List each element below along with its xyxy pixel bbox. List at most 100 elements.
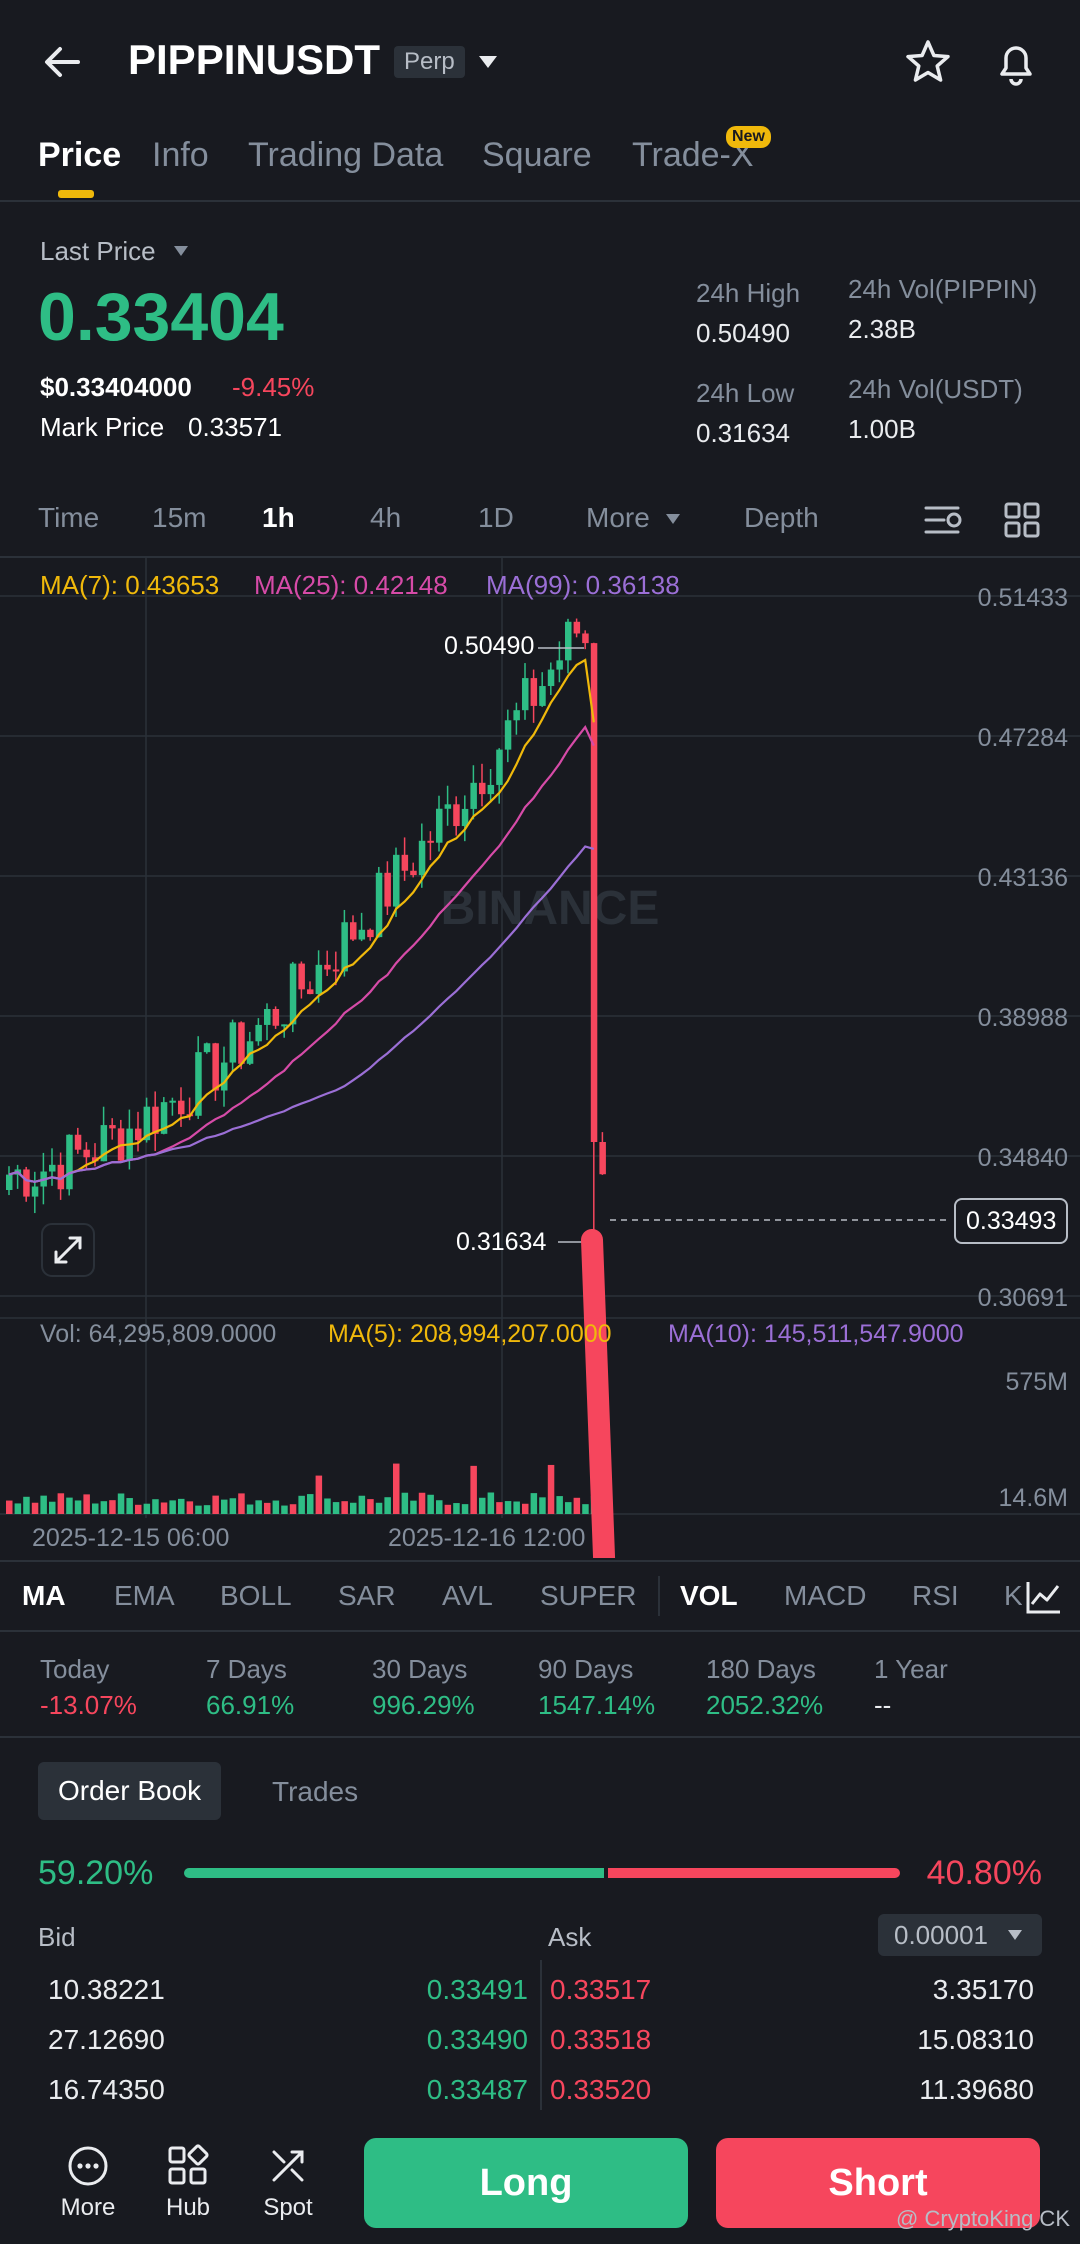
indicator-avl[interactable]: AVL [442, 1580, 493, 1612]
back-arrow-icon[interactable] [38, 38, 86, 86]
volume-bar [487, 1492, 495, 1514]
mark-price-label: Mark Price [40, 412, 165, 442]
bid-price: 0.33490 [426, 2024, 528, 2055]
interval-15m[interactable]: 15m [152, 502, 206, 534]
active-tab-indicator [58, 190, 94, 198]
indicator-boll[interactable]: BOLL [220, 1580, 292, 1612]
bid-column-label: Bid [38, 1922, 76, 1952]
candle-body [298, 963, 305, 990]
interval-4h[interactable]: 4h [370, 502, 401, 534]
candle-body [358, 929, 366, 940]
volume-bar [126, 1498, 133, 1514]
tab-square[interactable]: Square [482, 136, 592, 175]
interval-depth[interactable]: Depth [744, 502, 819, 534]
indicator-rsi[interactable]: RSI [912, 1580, 959, 1612]
performance-label: 1 Year [874, 1654, 948, 1684]
indicator-divider [658, 1576, 660, 1616]
candle-body [573, 621, 581, 634]
perp-badge: Perp [394, 46, 465, 78]
performance-value: -- [874, 1690, 892, 1720]
volume-bar [332, 1502, 340, 1514]
long-button[interactable]: Long [364, 2138, 688, 2228]
tab-trading-data[interactable]: Trading Data [248, 136, 443, 175]
high-marker: 0.50490 [444, 632, 535, 660]
volume-bar [556, 1496, 563, 1514]
candle-body [307, 989, 314, 995]
ask-quantity: 11.39680 [919, 2074, 1034, 2105]
volume-bar [427, 1494, 434, 1514]
hub-icon [168, 2144, 209, 2185]
tab-order-book[interactable]: Order Book [38, 1762, 222, 1820]
candle-body [135, 1128, 142, 1141]
hub-button[interactable]: Hub [148, 2144, 228, 2222]
candle-body [169, 1100, 176, 1103]
tick-size-select[interactable]: 0.00001 [878, 1914, 1042, 1956]
ask-ratio-bar [608, 1868, 900, 1878]
candle-body [393, 854, 400, 907]
expand-icon[interactable] [40, 1222, 96, 1278]
interval-time[interactable]: Time [38, 502, 99, 534]
volume-ma5-label: MA(5): 208,994,207.0000 [328, 1320, 612, 1348]
candle-body [375, 872, 383, 938]
candle-body [350, 922, 357, 940]
more-button[interactable]: More [48, 2144, 128, 2222]
caret-down-icon[interactable] [664, 512, 682, 526]
performance-label: Today [40, 1654, 110, 1684]
candle-body [504, 720, 512, 750]
volume-bar [264, 1502, 271, 1514]
tab-trades[interactable]: Trades [272, 1776, 358, 1808]
volume-bar [255, 1500, 262, 1514]
candle-body [6, 1174, 13, 1190]
vol-base-label: 24h Vol(PIPPIN) [848, 274, 1038, 304]
interval-1d[interactable]: 1D [478, 502, 514, 534]
chart-settings-icon[interactable] [922, 500, 966, 540]
candle-body [444, 804, 452, 809]
volume-bar [358, 1495, 366, 1514]
indicator-vol[interactable]: VOL [680, 1580, 738, 1612]
indicator-ma[interactable]: MA [22, 1580, 66, 1612]
performance-value: 1547.14% [538, 1690, 656, 1720]
interval-more[interactable]: More [586, 502, 650, 534]
performance-label: 7 Days [206, 1654, 287, 1684]
volume-bar [350, 1502, 357, 1514]
indicator-ema[interactable]: EMA [114, 1580, 175, 1612]
volume-bar [229, 1498, 237, 1514]
bid-quantity: 16.74350 [48, 2074, 165, 2105]
star-icon[interactable] [902, 36, 954, 88]
caret-down-icon[interactable] [172, 244, 190, 258]
candle-body [582, 633, 589, 644]
last-price-label[interactable]: Last Price [40, 236, 156, 267]
caret-down-icon[interactable] [476, 52, 500, 72]
volume-bar [6, 1500, 13, 1514]
volume-bar [513, 1501, 520, 1514]
indicator-sar[interactable]: SAR [338, 1580, 396, 1612]
ask-quantity: 15.08310 [917, 2024, 1034, 2055]
bid-price: 0.33487 [426, 2074, 528, 2105]
indicator-settings-icon[interactable] [1022, 1576, 1064, 1618]
candle-body [203, 1043, 211, 1053]
y-tick: 0.34840 [977, 1144, 1068, 1172]
candlestick-chart[interactable]: BINANCE MA(7): 0.43653 MA(25): 0.42148 M… [0, 556, 1080, 1558]
bell-icon[interactable] [990, 36, 1042, 88]
interval-1h[interactable]: 1h [262, 502, 295, 534]
ma25-label: MA(25): 0.42148 [254, 570, 448, 600]
spot-button[interactable]: Spot [248, 2144, 328, 2222]
high-24h-label: 24h High [696, 278, 801, 308]
volume-bar [238, 1493, 245, 1514]
indicator-macd[interactable]: MACD [784, 1580, 866, 1612]
chart-canvas[interactable]: BINANCE [0, 558, 1080, 1558]
grid-layout-icon[interactable] [1002, 500, 1042, 540]
top-bar: PIPPINUSDT Perp [0, 0, 1080, 122]
new-badge: New [726, 126, 771, 148]
volume-bar [57, 1493, 65, 1514]
performance-value: 66.91% [206, 1690, 295, 1720]
low-marker: 0.31634 [456, 1228, 547, 1256]
indicator-kdj[interactable]: K [1004, 1580, 1023, 1612]
volume-bar [547, 1464, 555, 1514]
volume-bar [444, 1504, 452, 1514]
tab-price[interactable]: Price [38, 136, 121, 175]
indicator-super[interactable]: SUPER [540, 1580, 636, 1612]
tab-info[interactable]: Info [152, 136, 209, 175]
volume-bar [504, 1501, 512, 1514]
symbol-title[interactable]: PIPPINUSDT [128, 36, 380, 84]
